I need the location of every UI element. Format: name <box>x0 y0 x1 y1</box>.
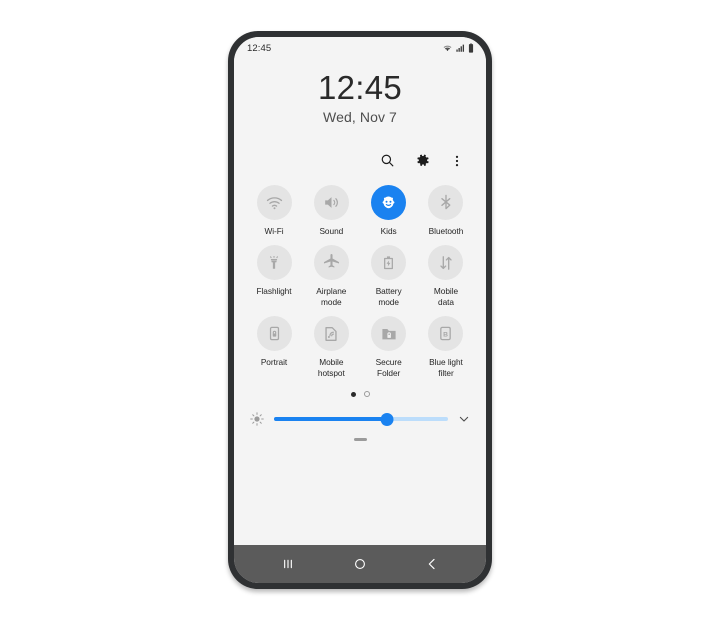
quick-toggle-row: Wi-Fi Sound Kids Bluetooth <box>248 184 472 237</box>
page-dot[interactable] <box>363 391 370 398</box>
battery-icon <box>468 43 474 53</box>
blue-light-filter-icon: B <box>428 316 464 352</box>
toggle-flashlight[interactable]: Flashlight <box>248 245 300 307</box>
secure-folder-icon <box>371 316 407 352</box>
toggle-label: Sound <box>319 225 344 236</box>
toggle-secure-folder[interactable]: Secure Folder <box>363 316 415 378</box>
toggle-battery-mode[interactable]: Battery mode <box>363 245 415 307</box>
settings-gear-icon[interactable] <box>413 152 431 170</box>
toggle-airplane-mode[interactable]: Airplane mode <box>305 245 357 307</box>
signal-icon <box>456 43 465 53</box>
svg-text:B: B <box>444 332 449 339</box>
hotspot-icon <box>313 316 349 352</box>
status-bar-clock: 12:45 <box>247 42 272 54</box>
slider-fill <box>274 417 388 421</box>
flashlight-icon <box>256 245 292 281</box>
toggle-label: Mobile hotspot <box>317 357 345 378</box>
home-icon[interactable] <box>343 549 377 579</box>
toggle-label: Flashlight <box>256 286 292 297</box>
battery-mode-icon <box>371 245 407 281</box>
toggle-label: Airplane mode <box>316 286 347 307</box>
brightness-icon <box>248 410 266 428</box>
toggle-sound[interactable]: Sound <box>305 184 357 237</box>
navigation-bar <box>234 545 486 583</box>
wifi-icon <box>442 43 453 53</box>
brightness-slider[interactable] <box>274 412 448 426</box>
clock-time: 12:45 <box>317 69 403 106</box>
chevron-down-icon[interactable] <box>456 411 472 427</box>
toggle-blue-light-filter[interactable]: B Blue light filter <box>420 316 472 378</box>
toggle-label: Blue light filter <box>429 357 463 378</box>
quick-settings-panel: 12:45 12:45 Wed, Nov 7 Wi-Fi Sound Kids … <box>234 37 486 545</box>
toggle-portrait[interactable]: Portrait <box>248 316 300 378</box>
slider-thumb[interactable] <box>380 412 394 426</box>
kids-face-icon <box>371 184 407 220</box>
mobile-data-icon <box>428 245 464 281</box>
page-indicator <box>234 390 486 398</box>
toggle-label: Battery mode <box>375 286 402 307</box>
recent-apps-icon[interactable] <box>271 549 305 579</box>
airplane-icon <box>313 245 349 281</box>
toggle-label: Kids <box>380 225 397 236</box>
toggle-label: Wi-Fi <box>264 225 284 236</box>
quick-settings-action-row <box>234 151 486 171</box>
quick-toggle-row: Portrait Mobile hotspot Secure Folder B … <box>248 316 472 378</box>
toggle-mobile-data[interactable]: Mobile data <box>420 245 472 307</box>
phone-device-frame: 12:45 12:45 Wed, Nov 7 Wi-Fi Sound Kids … <box>228 31 492 589</box>
status-bar: 12:45 <box>234 37 486 59</box>
toggle-label: Bluetooth <box>428 225 464 236</box>
bluetooth-icon <box>428 184 464 220</box>
screen-rotation-lock-icon <box>256 316 292 352</box>
panel-handle-area <box>234 438 486 449</box>
status-bar-icons <box>442 43 474 53</box>
more-options-icon[interactable] <box>448 152 466 170</box>
wifi-icon <box>256 184 292 220</box>
sound-icon <box>313 184 349 220</box>
brightness-control-row <box>234 410 486 428</box>
toggle-mobile-hotspot[interactable]: Mobile hotspot <box>305 316 357 378</box>
clock-date: Wed, Nov 7 <box>323 108 397 125</box>
panel-drag-handle[interactable] <box>353 438 367 441</box>
toggle-label: Mobile data <box>433 286 459 307</box>
quick-toggle-row: Flashlight Airplane mode Battery mode Mo… <box>248 245 472 307</box>
toggle-kids[interactable]: Kids <box>363 184 415 237</box>
toggle-bluetooth[interactable]: Bluetooth <box>420 184 472 237</box>
quick-toggle-grid: Wi-Fi Sound Kids Bluetooth Flashlight Ai… <box>234 184 486 379</box>
toggle-label: Secure Folder <box>375 357 402 378</box>
page-dot-active[interactable] <box>350 391 356 397</box>
toggle-label: Portrait <box>260 357 288 368</box>
phone-screen-area: 12:45 12:45 Wed, Nov 7 Wi-Fi Sound Kids … <box>234 37 486 583</box>
toggle-wifi[interactable]: Wi-Fi <box>248 184 300 237</box>
search-icon[interactable] <box>378 152 396 170</box>
back-icon[interactable] <box>415 549 449 579</box>
lockscreen-clock-block: 12:45 Wed, Nov 7 <box>234 69 486 125</box>
